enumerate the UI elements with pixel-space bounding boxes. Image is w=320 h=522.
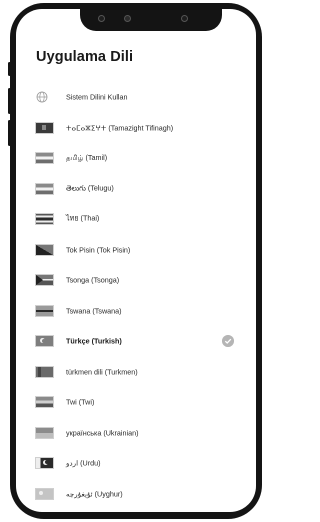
flag-icon	[35, 121, 54, 134]
language-label: türkmen dili (Turkmen)	[66, 367, 138, 377]
language-item-twi[interactable]: Twi (Twi)	[16, 387, 256, 418]
flag-icon	[35, 243, 54, 256]
flag-icon	[35, 487, 54, 500]
language-label: ⵜⴰⵎⴰⵣⵉⵖⵜ (Tamazight Tifinagh)	[66, 123, 174, 133]
language-label: ไทย (Thai)	[66, 213, 100, 223]
check-icon	[222, 335, 234, 348]
language-label: Sistem Dilini Kullan	[66, 92, 128, 102]
language-label: తెలుగు (Telugu)	[66, 183, 114, 193]
language-item-uyghur[interactable]: ئۇيغۇرچە (Uyghur)	[16, 479, 256, 510]
language-item-tswana[interactable]: Tswana (Tswana)	[16, 296, 256, 327]
language-item-urdu[interactable]: اردو (Urdu)	[16, 448, 256, 479]
language-list: Sistem Dilini Kullan ⵜⴰⵎⴰⵣⵉⵖⵜ (Tamazight…	[16, 82, 256, 509]
flag-icon	[35, 335, 54, 348]
flag-icon	[35, 365, 54, 378]
page-title: Uygulama Dili	[36, 49, 134, 65]
flag-icon	[35, 304, 54, 317]
language-item-ukrainian[interactable]: українська (Ukrainian)	[16, 418, 256, 449]
flag-icon	[35, 396, 54, 409]
notch-sensor	[181, 15, 188, 22]
language-label: українська (Ukrainian)	[66, 428, 139, 438]
language-item-thai[interactable]: ไทย (Thai)	[16, 204, 256, 235]
notch-sensor	[98, 15, 105, 22]
language-item-tamil[interactable]: தமிழ் (Tamil)	[16, 143, 256, 174]
language-label: Tswana (Tswana)	[66, 306, 122, 316]
language-label: اردو (Urdu)	[66, 458, 101, 468]
notch-camera	[124, 15, 131, 22]
language-item-system[interactable]: Sistem Dilini Kullan	[16, 82, 256, 113]
language-item-turkmen[interactable]: türkmen dili (Turkmen)	[16, 357, 256, 388]
language-item-turkish[interactable]: Türkçe (Turkish)	[16, 326, 256, 357]
language-label: Türkçe (Turkish)	[66, 336, 122, 346]
language-label: Tok Pisin (Tok Pisin)	[66, 245, 131, 255]
flag-icon	[35, 457, 54, 470]
language-item-tsonga[interactable]: Tsonga (Tsonga)	[16, 265, 256, 296]
language-label: Tsonga (Tsonga)	[66, 275, 120, 285]
language-label: ئۇيغۇرچە (Uyghur)	[66, 489, 123, 499]
language-item-tok-pisin[interactable]: Tok Pisin (Tok Pisin)	[16, 235, 256, 266]
flag-icon	[35, 426, 54, 439]
flag-icon	[35, 213, 54, 226]
flag-icon	[35, 182, 54, 195]
notch	[80, 9, 222, 31]
flag-icon	[35, 274, 54, 287]
language-item-telugu[interactable]: తెలుగు (Telugu)	[16, 174, 256, 205]
flag-icon	[35, 152, 54, 165]
language-label: தமிழ் (Tamil)	[66, 153, 108, 163]
language-item-tamazight[interactable]: ⵜⴰⵎⴰⵣⵉⵖⵜ (Tamazight Tifinagh)	[16, 113, 256, 144]
globe-icon	[36, 91, 48, 103]
app-screen: Uygulama Dili Sistem Dilini Kullan ⵜⴰⵎⴰⵣ…	[16, 9, 256, 512]
language-label: Twi (Twi)	[66, 397, 95, 407]
